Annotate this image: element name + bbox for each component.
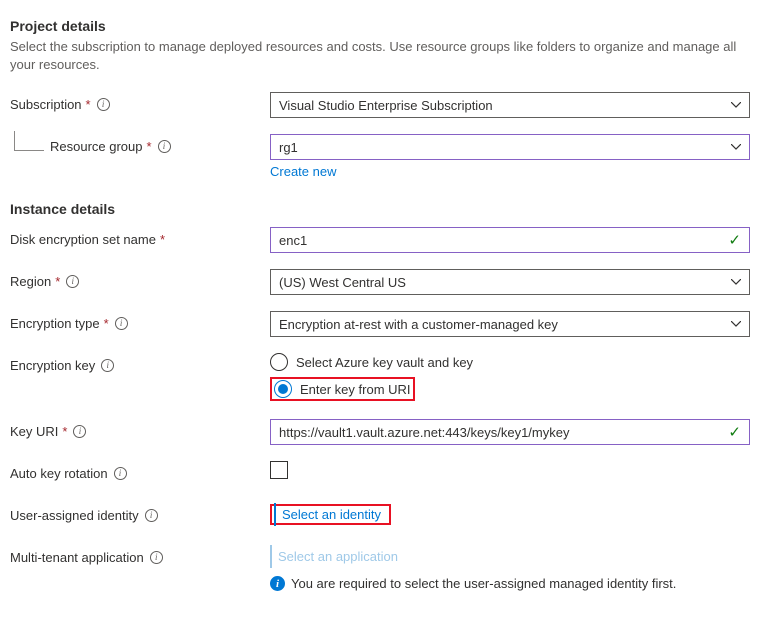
required-asterisk: * [55, 274, 60, 289]
multi-tenant-hint: You are required to select the user-assi… [291, 576, 676, 591]
info-icon[interactable]: i [66, 275, 79, 288]
project-details-heading: Project details [10, 18, 750, 34]
chevron-down-icon [731, 102, 741, 108]
chevron-down-icon [731, 321, 741, 327]
key-uri-input[interactable]: https://vault1.vault.azure.net:443/keys/… [270, 419, 750, 445]
chevron-down-icon [731, 144, 741, 150]
encryption-set-name-input[interactable]: enc1 ✓ [270, 227, 750, 253]
user-assigned-identity-label: User-assigned identity [10, 508, 139, 523]
project-details-desc: Select the subscription to manage deploy… [10, 38, 750, 74]
select-identity-link[interactable]: Select an identity [274, 503, 387, 526]
info-icon[interactable]: i [158, 140, 171, 153]
encryption-key-label: Encryption key [10, 358, 95, 373]
key-uri-label: Key URI [10, 424, 58, 439]
resource-group-label: Resource group [50, 139, 143, 154]
select-application-link: Select an application [270, 545, 404, 568]
info-solid-icon: i [270, 576, 285, 591]
subscription-label: Subscription [10, 97, 82, 112]
tree-connector-line [14, 131, 44, 151]
required-asterisk: * [147, 139, 152, 154]
encryption-type-dropdown[interactable]: Encryption at-rest with a customer-manag… [270, 311, 750, 337]
info-icon[interactable]: i [114, 467, 127, 480]
region-label: Region [10, 274, 51, 289]
radio-icon [274, 380, 292, 398]
check-icon: ✓ [728, 423, 741, 441]
required-asterisk: * [86, 97, 91, 112]
radio-label-keyvault: Select Azure key vault and key [296, 355, 473, 370]
info-icon[interactable]: i [115, 317, 128, 330]
radio-enter-uri[interactable]: Enter key from URI [274, 380, 411, 398]
required-asterisk: * [62, 424, 67, 439]
resource-group-dropdown[interactable]: rg1 [270, 134, 750, 160]
check-icon: ✓ [728, 231, 741, 249]
subscription-dropdown[interactable]: Visual Studio Enterprise Subscription [270, 92, 750, 118]
encryption-type-value: Encryption at-rest with a customer-manag… [279, 317, 558, 332]
region-dropdown[interactable]: (US) West Central US [270, 269, 750, 295]
auto-rotation-label: Auto key rotation [10, 466, 108, 481]
create-new-link[interactable]: Create new [270, 164, 336, 179]
radio-label-uri: Enter key from URI [300, 382, 411, 397]
encryption-type-label: Encryption type [10, 316, 100, 331]
info-icon[interactable]: i [73, 425, 86, 438]
auto-rotation-checkbox[interactable] [270, 461, 288, 479]
info-icon[interactable]: i [150, 551, 163, 564]
key-uri-value: https://vault1.vault.azure.net:443/keys/… [279, 425, 569, 440]
radio-select-keyvault[interactable]: Select Azure key vault and key [270, 353, 750, 371]
multi-tenant-app-label: Multi-tenant application [10, 550, 144, 565]
encryption-set-name-label: Disk encryption set name [10, 232, 156, 247]
encryption-set-name-value: enc1 [279, 233, 307, 248]
info-icon[interactable]: i [101, 359, 114, 372]
instance-details-heading: Instance details [10, 201, 750, 217]
required-asterisk: * [160, 232, 165, 247]
region-value: (US) West Central US [279, 275, 406, 290]
subscription-value: Visual Studio Enterprise Subscription [279, 98, 493, 113]
required-asterisk: * [104, 316, 109, 331]
chevron-down-icon [731, 279, 741, 285]
info-icon[interactable]: i [97, 98, 110, 111]
resource-group-value: rg1 [279, 140, 298, 155]
info-icon[interactable]: i [145, 509, 158, 522]
radio-icon [270, 353, 288, 371]
